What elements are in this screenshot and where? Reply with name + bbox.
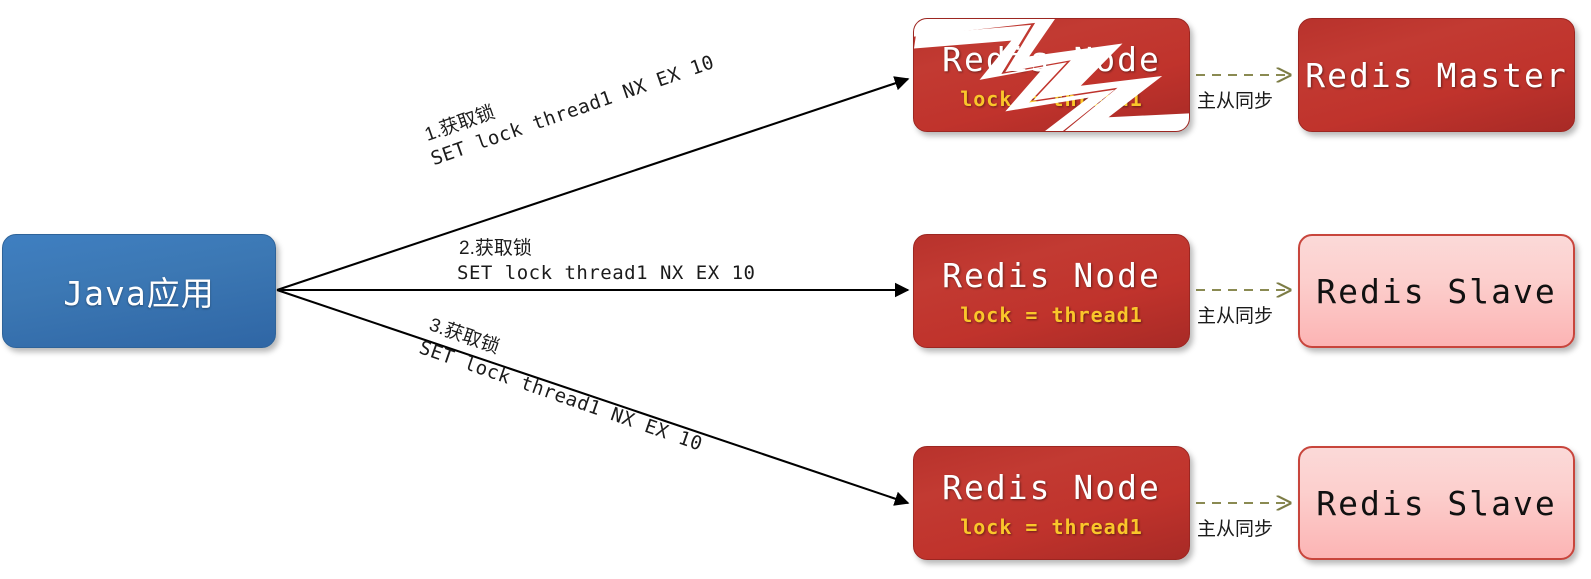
redis-slave-1-title: Redis Slave — [1316, 271, 1557, 311]
sync-label-2: 主从同步 — [1197, 306, 1274, 327]
redis-slave-2-title: Redis Slave — [1316, 483, 1557, 523]
diagram-canvas: Java应用 Redis Node lock = thread1 Redis N… — [0, 0, 1591, 579]
request-label-2: 2.获取锁 SET lock thread1 NX EX 10 — [457, 236, 755, 286]
redis-node-3-title: Redis Node — [942, 467, 1161, 507]
redis-slave-node-1[interactable]: Redis Slave — [1298, 234, 1575, 348]
redis-node-3-lock-value: lock = thread1 — [960, 514, 1143, 539]
redis-node-2[interactable]: Redis Node lock = thread1 — [913, 234, 1190, 348]
java-application-node[interactable]: Java应用 — [2, 234, 276, 348]
redis-node-1-title: Redis Node — [942, 39, 1161, 79]
request-label-2-command: SET lock thread1 NX EX 10 — [457, 262, 756, 285]
sync-label-3: 主从同步 — [1197, 519, 1274, 540]
redis-node-2-title: Redis Node — [942, 255, 1161, 295]
java-application-label: Java应用 — [63, 274, 215, 313]
redis-node-3[interactable]: Redis Node lock = thread1 — [913, 446, 1190, 560]
redis-node-2-lock-value: lock = thread1 — [960, 302, 1143, 327]
redis-master-node[interactable]: Redis Master — [1298, 18, 1575, 132]
redis-slave-node-2[interactable]: Redis Slave — [1298, 446, 1575, 560]
redis-node-1-lock-value: lock = thread1 — [960, 86, 1143, 111]
sync-label-1: 主从同步 — [1197, 91, 1274, 112]
request-label-2-step: 2.获取锁 — [459, 238, 532, 259]
redis-master-title: Redis Master — [1305, 55, 1568, 95]
redis-node-1[interactable]: Redis Node lock = thread1 — [913, 18, 1190, 132]
